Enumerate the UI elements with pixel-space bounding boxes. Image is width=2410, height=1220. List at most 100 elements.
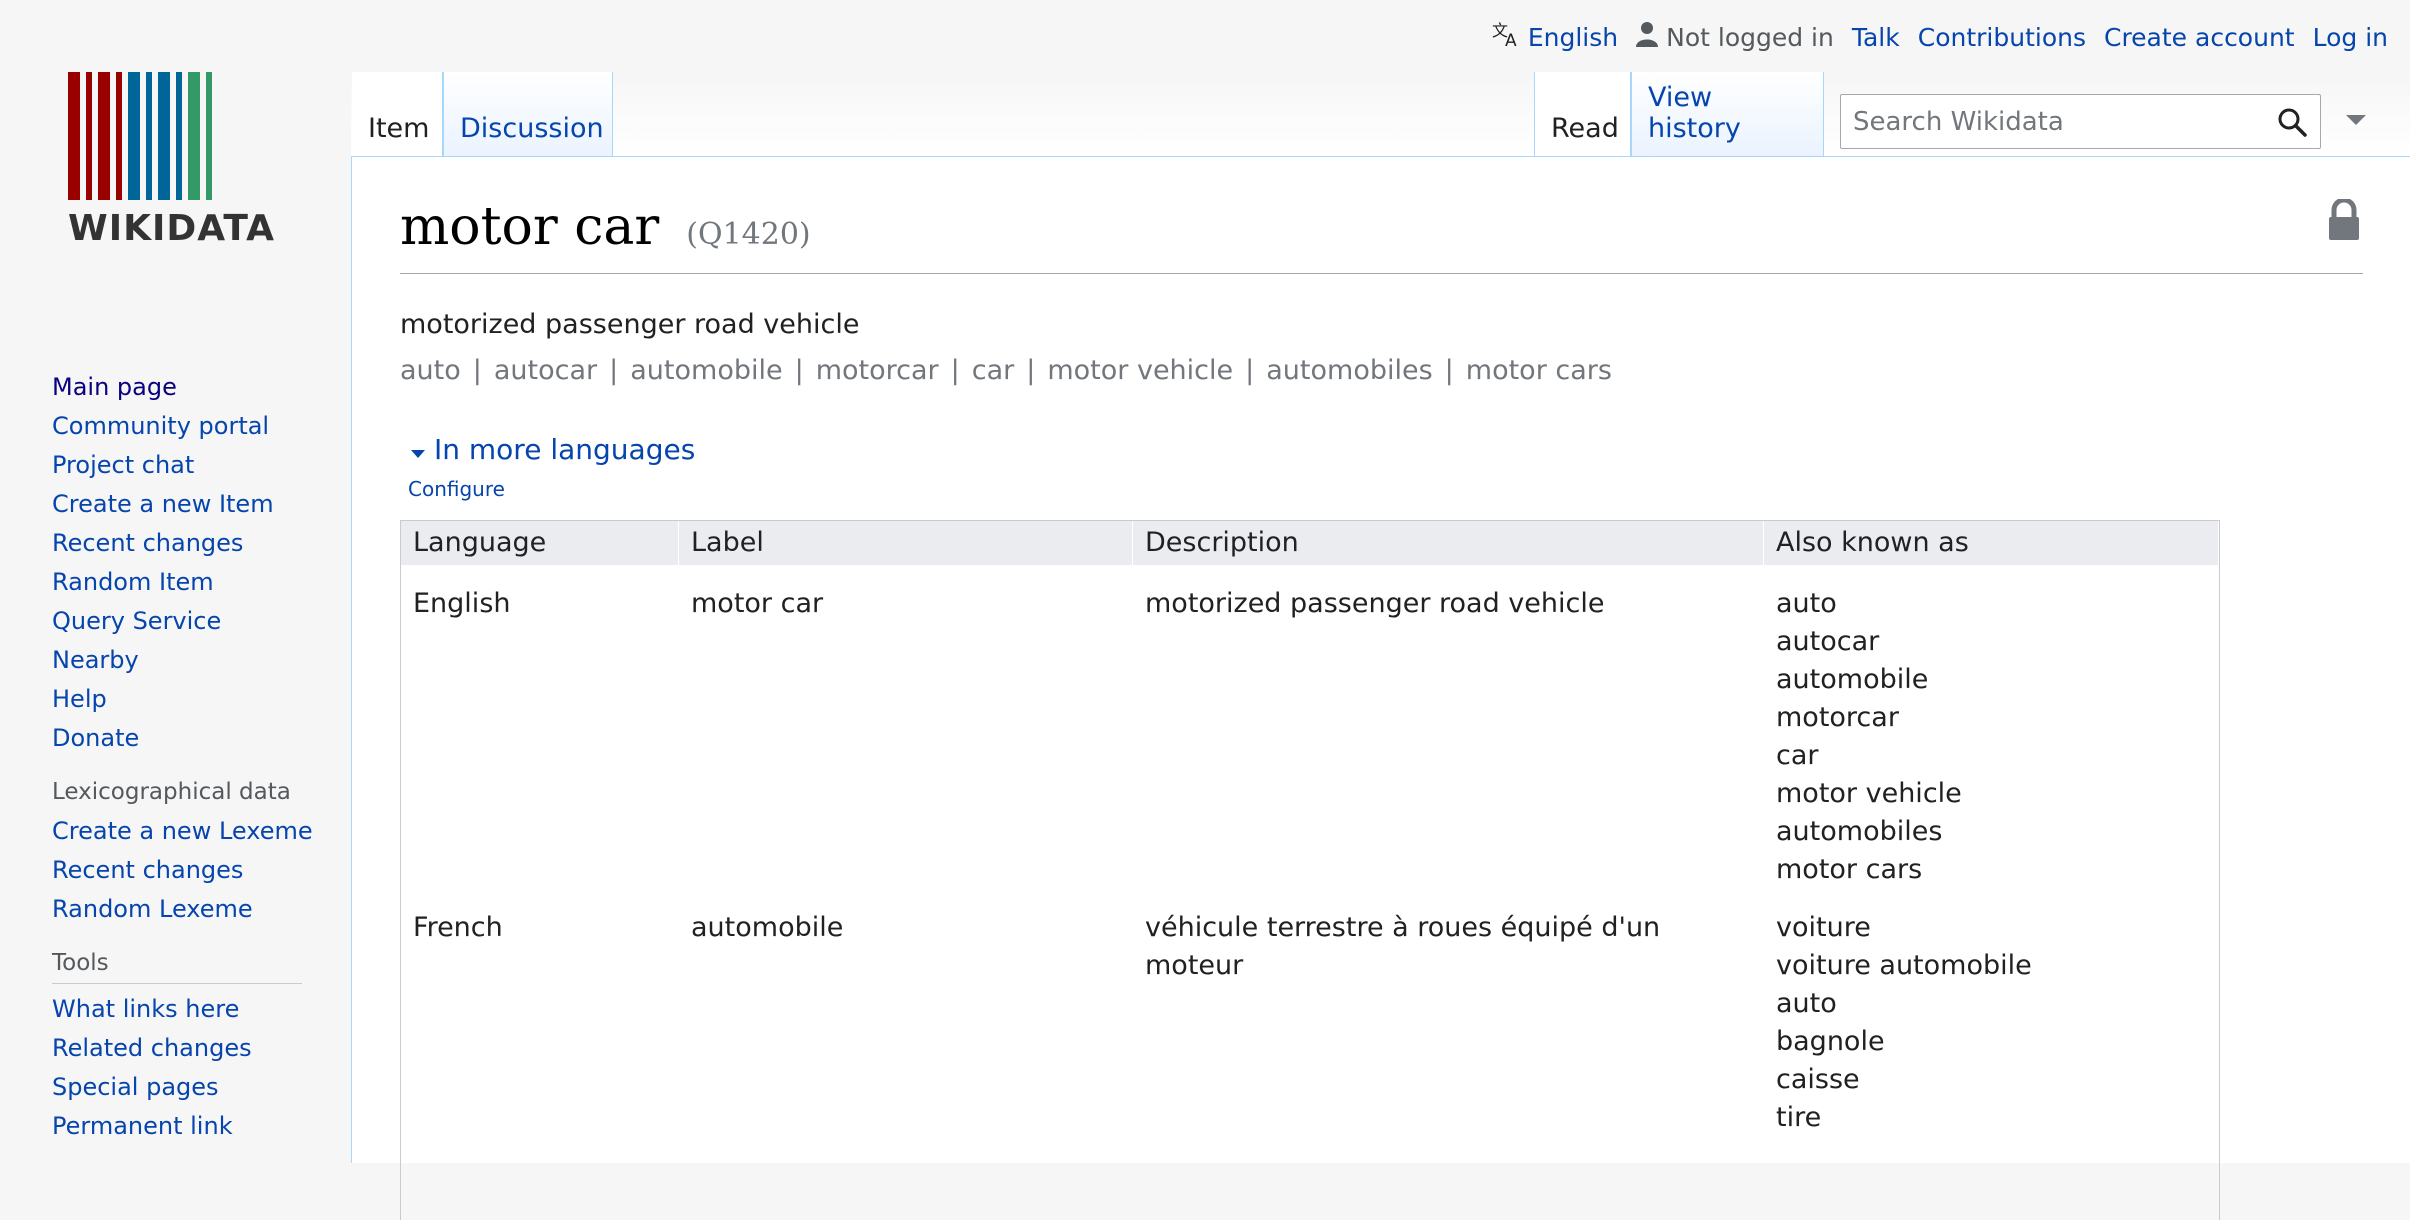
tab-item[interactable]: Item	[352, 72, 443, 156]
sidebar-heading-lexicographical: Lexicographical data	[52, 779, 291, 805]
alias-separator: |	[609, 355, 619, 386]
table-row: English motor car motorized passenger road…	[401, 565, 2219, 889]
sidebar-item-help[interactable]: Help	[52, 680, 342, 719]
alias-separator: |	[1245, 355, 1255, 386]
language-label: English	[1527, 22, 1619, 52]
cell-aliases: voiture voiture automobile auto bagnole cais…	[1764, 909, 2219, 1137]
main-content: motor car (Q1420) motorized passenger ro…	[351, 157, 2410, 1220]
sidebar-item-project-chat[interactable]: Project chat	[52, 446, 342, 485]
language-selector[interactable]: 文A English	[1492, 20, 1618, 54]
page-title: motor car (Q1420)	[400, 197, 2363, 274]
contributions-link[interactable]: Contributions	[1918, 23, 2086, 52]
talk-link[interactable]: Talk	[1852, 23, 1900, 52]
search-input[interactable]: Search Wikidata	[1840, 94, 2321, 149]
sidebar-item-main-page[interactable]: Main page	[52, 368, 342, 407]
user-icon	[1636, 21, 1659, 53]
cell-description: véhicule terrestre à roues équipé d'un m…	[1145, 912, 1661, 981]
sidebar-item-community-portal[interactable]: Community portal	[52, 407, 342, 446]
alias-entry: automobiles	[1776, 816, 1943, 847]
sidebar-item-nearby[interactable]: Nearby	[52, 641, 342, 680]
in-more-languages-label: In more languages	[434, 433, 696, 466]
alias-entry: auto	[1776, 588, 1837, 619]
alias: motor vehicle	[1047, 355, 1234, 386]
configure-link[interactable]: Configure	[408, 477, 505, 501]
logo-bar	[68, 72, 80, 200]
sidebar-item-query-service[interactable]: Query Service	[52, 602, 342, 641]
alias-entry: auto	[1776, 988, 1837, 1019]
column-header-label: Label	[679, 521, 1133, 565]
sidebar-lex-item-random-lexeme[interactable]: Random Lexeme	[52, 890, 342, 929]
tab-read[interactable]: Read	[1534, 72, 1631, 156]
personal-tools: 文A English Not logged in Talk Contributi…	[1492, 18, 2388, 56]
tab-discussion[interactable]: Discussion	[443, 72, 613, 156]
wikidata-logo[interactable]: WIKIDATA	[68, 72, 278, 249]
tab-discussion-label: Discussion	[460, 113, 604, 144]
tab-view-history-label: View history	[1648, 82, 1741, 144]
logo-bar	[188, 72, 200, 200]
sidebar-item-donate[interactable]: Donate	[52, 719, 342, 758]
column-header-language: Language	[401, 521, 679, 565]
sidebar-item-random-item[interactable]: Random Item	[52, 563, 342, 602]
alias-entry: motor cars	[1776, 854, 1923, 885]
alias-separator: |	[1444, 355, 1454, 386]
logo-bar	[206, 72, 212, 200]
log-in-link[interactable]: Log in	[2313, 23, 2388, 52]
logo-wordmark: WIKIDATA	[68, 208, 275, 249]
alias-entry: automobile	[1776, 664, 1929, 695]
sidebar-item-recent-changes[interactable]: Recent changes	[52, 524, 342, 563]
alias-entry: tire	[1776, 1102, 1822, 1133]
tab-view-history[interactable]: View history	[1631, 72, 1824, 156]
cell-label: motor car	[691, 588, 824, 619]
chevron-down-icon	[2344, 112, 2368, 131]
more-actions-dropdown[interactable]	[2344, 112, 2368, 131]
logo-bar	[176, 72, 182, 200]
search-icon[interactable]	[2264, 107, 2320, 137]
sidebar-heading-tools: Tools	[52, 943, 302, 984]
sidebar-lex-item-recent-changes[interactable]: Recent changes	[52, 851, 342, 890]
sidebar-tool-item-what-links-here[interactable]: What links here	[52, 990, 342, 1029]
alias: car	[971, 355, 1015, 386]
login-status: Not logged in	[1636, 21, 1834, 53]
sidebar-tool-item-related-changes[interactable]: Related changes	[52, 1029, 342, 1068]
cell-aliases: auto autocar automobile motorcar car motor ve…	[1764, 585, 2219, 889]
create-account-link[interactable]: Create account	[2104, 23, 2295, 52]
alias: motor cars	[1465, 355, 1612, 386]
logo-bar	[128, 72, 140, 200]
cell-language: English	[413, 588, 511, 619]
logo-barcode	[68, 72, 278, 200]
sidebar-item-create-a-new-item[interactable]: Create a new Item	[52, 485, 342, 524]
caret-down-icon	[410, 433, 426, 466]
alias-entry: voiture	[1776, 912, 1871, 943]
sidebar-lexicographical: Create a new Lexeme Recent changes Random …	[52, 812, 342, 929]
search-placeholder: Search Wikidata	[1853, 106, 2064, 137]
logo-bar	[146, 72, 152, 200]
alias: autocar	[493, 355, 598, 386]
sidebar: Main page Community portal Project chat Cre…	[52, 368, 342, 1146]
table-row: French automobile véhicule terrestre à rou…	[401, 889, 2219, 1137]
logo-bar	[116, 72, 122, 200]
alias-entry: autocar	[1776, 626, 1880, 657]
alias-separator: |	[950, 355, 960, 386]
alias-entry: bagnole	[1776, 1026, 1885, 1057]
lock-icon	[2327, 197, 2361, 245]
sidebar-tools: What links here Related changes Special pa…	[52, 990, 342, 1146]
alias-separator: |	[794, 355, 804, 386]
alias-entry: car	[1776, 740, 1819, 771]
in-more-languages-toggle[interactable]: In more languages	[410, 433, 695, 466]
entity-aliases: auto | autocar | automobile | motorcar | car | mot…	[400, 355, 1612, 386]
not-logged-in-text: Not logged in	[1666, 22, 1834, 52]
sidebar-lex-item-create-a-new-lexeme[interactable]: Create a new Lexeme	[52, 812, 342, 851]
table-body: English motor car motorized passenger road…	[401, 565, 2219, 1137]
column-header-description: Description	[1133, 521, 1764, 565]
tab-read-label: Read	[1551, 113, 1619, 144]
logo-bar	[158, 72, 170, 200]
alias: motorcar	[815, 355, 939, 386]
sidebar-navigation: Main page Community portal Project chat Cre…	[52, 368, 342, 758]
cell-label: automobile	[691, 912, 844, 943]
alias-entry: motorcar	[1776, 702, 1899, 733]
sidebar-tool-item-special-pages[interactable]: Special pages	[52, 1068, 342, 1107]
alias: auto	[400, 355, 461, 386]
sidebar-tool-item-permanent-link[interactable]: Permanent link	[52, 1107, 342, 1146]
entity-label: motor car	[400, 197, 660, 257]
logo-bar	[86, 72, 92, 200]
